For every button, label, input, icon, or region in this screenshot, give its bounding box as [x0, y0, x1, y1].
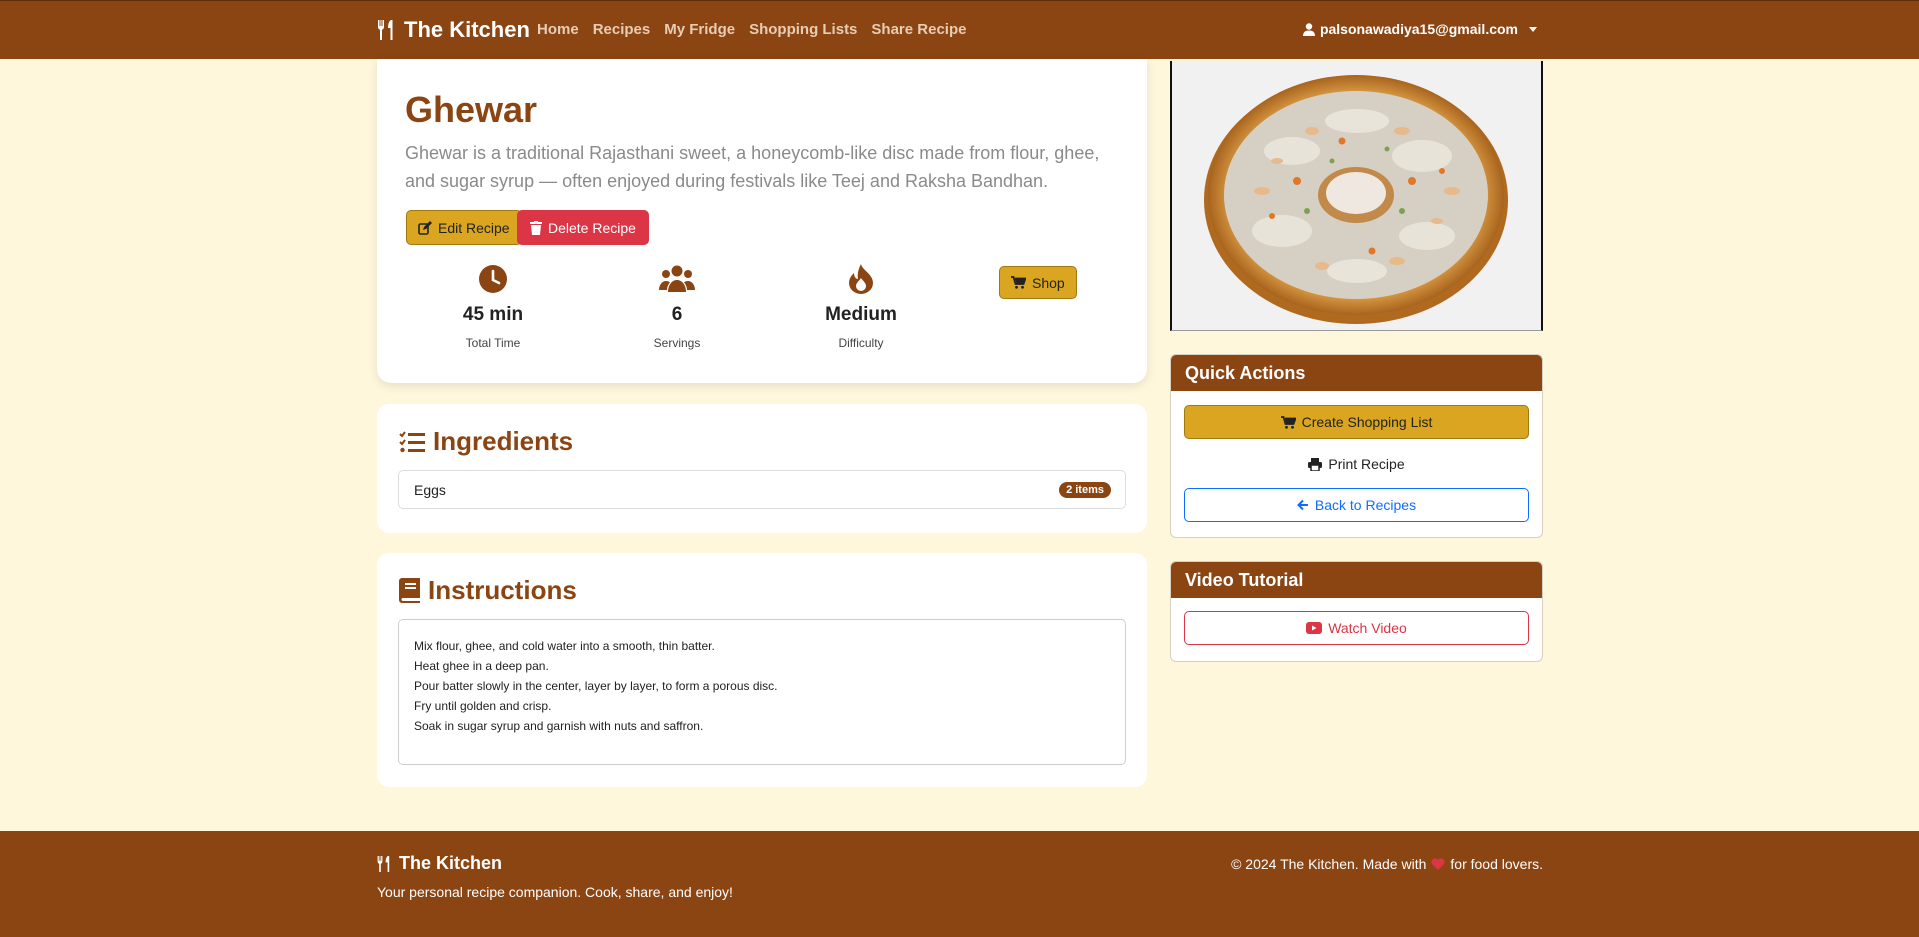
footer-copyright: © 2024 The Kitchen. Made with for food l…: [1231, 856, 1543, 872]
user-menu-dropdown[interactable]: palsonawadiya15@gmail.com: [1302, 21, 1537, 37]
stat-servings: 6 Servings: [607, 264, 747, 350]
utensils-icon: [376, 19, 396, 41]
delete-recipe-button[interactable]: Delete Recipe: [517, 210, 649, 245]
caret-down-icon: [1529, 26, 1537, 32]
nav-link-shopping-lists[interactable]: Shopping Lists: [749, 21, 857, 38]
youtube-icon: [1306, 622, 1323, 634]
stat-total-time: 45 min Total Time: [423, 264, 563, 350]
footer-brand-text: The Kitchen: [399, 853, 503, 873]
brand-text: The Kitchen: [404, 17, 530, 42]
arrow-left-icon: [1296, 499, 1309, 511]
user-email: palsonawadiya15@gmail.com: [1319, 21, 1518, 37]
recipe-header-card: Ghewar Ghewar is a traditional Rajasthan…: [377, 59, 1147, 383]
watch-video-label: Watch Video: [1328, 620, 1407, 636]
shop-button[interactable]: Shop: [999, 266, 1077, 299]
nav-link-my-fridge[interactable]: My Fridge: [664, 21, 735, 38]
stat-value: 45 min: [462, 304, 524, 325]
instruction-step: Fry until golden and crisp.: [414, 699, 552, 713]
trash-icon: [530, 220, 542, 235]
stat-label: Total Time: [465, 336, 521, 350]
book-icon: [399, 578, 420, 603]
recipe-title: Ghewar: [405, 89, 538, 130]
footer: The Kitchen Your personal recipe compani…: [0, 831, 1919, 937]
copyright-prefix: © 2024 The Kitchen. Made with: [1231, 856, 1427, 872]
instructions-card: Instructions Mix flour, ghee, and cold w…: [377, 553, 1147, 787]
print-recipe-label: Print Recipe: [1328, 456, 1405, 472]
nav-links: Home Recipes My Fridge Shopping Lists Sh…: [537, 21, 966, 38]
instructions-heading: Instructions: [399, 575, 577, 606]
instructions-text-box: Mix flour, ghee, and cold water into a s…: [398, 619, 1126, 765]
print-recipe-button[interactable]: Print Recipe: [1184, 447, 1529, 481]
video-tutorial-heading: Video Tutorial: [1171, 562, 1542, 598]
top-navbar: The Kitchen Home Recipes My Fridge Shopp…: [0, 0, 1919, 59]
watch-video-button[interactable]: Watch Video: [1184, 611, 1529, 645]
quick-actions-heading: Quick Actions: [1171, 355, 1542, 391]
stat-difficulty: Medium Difficulty: [791, 264, 931, 350]
ingredients-heading: Ingredients: [399, 426, 573, 457]
instruction-step: Soak in sugar syrup and garnish with nut…: [414, 719, 704, 733]
instruction-step: Mix flour, ghee, and cold water into a s…: [414, 639, 715, 653]
users-icon: [607, 264, 747, 296]
nav-link-home[interactable]: Home: [537, 21, 579, 38]
nav-link-recipes[interactable]: Recipes: [593, 21, 651, 38]
navbar-brand[interactable]: The Kitchen: [376, 17, 530, 43]
print-icon: [1308, 457, 1323, 471]
edit-recipe-button[interactable]: Edit Recipe: [406, 210, 522, 245]
delete-recipe-label: Delete Recipe: [548, 219, 636, 236]
nav-link-share-recipe[interactable]: Share Recipe: [871, 21, 966, 38]
quick-actions-card: Quick Actions Create Shopping List Print…: [1170, 354, 1543, 538]
heart-icon: [1431, 858, 1445, 870]
stat-value: 6: [671, 304, 683, 325]
ingredient-name: Eggs: [414, 482, 446, 498]
clock-icon: [423, 264, 563, 296]
shop-label: Shop: [1032, 274, 1065, 291]
stat-value: Medium: [825, 304, 897, 325]
recipe-description: Ghewar is a traditional Rajasthani sweet…: [405, 143, 1100, 191]
create-shopping-list-button[interactable]: Create Shopping List: [1184, 405, 1529, 439]
stat-label: Difficulty: [838, 336, 884, 350]
create-shopping-list-label: Create Shopping List: [1301, 414, 1433, 430]
edit-icon: [418, 220, 432, 235]
instruction-step: Heat ghee in a deep pan.: [414, 659, 549, 673]
back-to-recipes-label: Back to Recipes: [1314, 497, 1417, 513]
stat-label: Servings: [653, 336, 701, 350]
ingredient-count-badge: 2 items: [1059, 482, 1111, 498]
video-tutorial-card: Video Tutorial Watch Video: [1170, 561, 1543, 662]
footer-tagline: Your personal recipe companion. Cook, sh…: [377, 884, 733, 900]
back-to-recipes-button[interactable]: Back to Recipes: [1184, 488, 1529, 522]
ingredients-card: Ingredients Eggs 2 items: [377, 404, 1147, 533]
edit-recipe-label: Edit Recipe: [438, 219, 510, 236]
recipe-image: [1170, 61, 1543, 331]
copyright-suffix: for food lovers.: [1450, 856, 1543, 872]
cart-icon: [1011, 276, 1026, 289]
user-icon: [1302, 22, 1315, 36]
cart-icon: [1280, 415, 1296, 429]
instructions-heading-text: Instructions: [428, 575, 577, 605]
list-check-icon: [399, 430, 425, 453]
fire-icon: [791, 264, 931, 296]
utensils-icon: [376, 855, 392, 873]
ingredients-heading-text: Ingredients: [433, 426, 574, 456]
instruction-step: Pour batter slowly in the center, layer …: [414, 679, 778, 693]
ingredient-item: Eggs 2 items: [398, 470, 1126, 509]
footer-brand: The Kitchen: [376, 853, 502, 874]
